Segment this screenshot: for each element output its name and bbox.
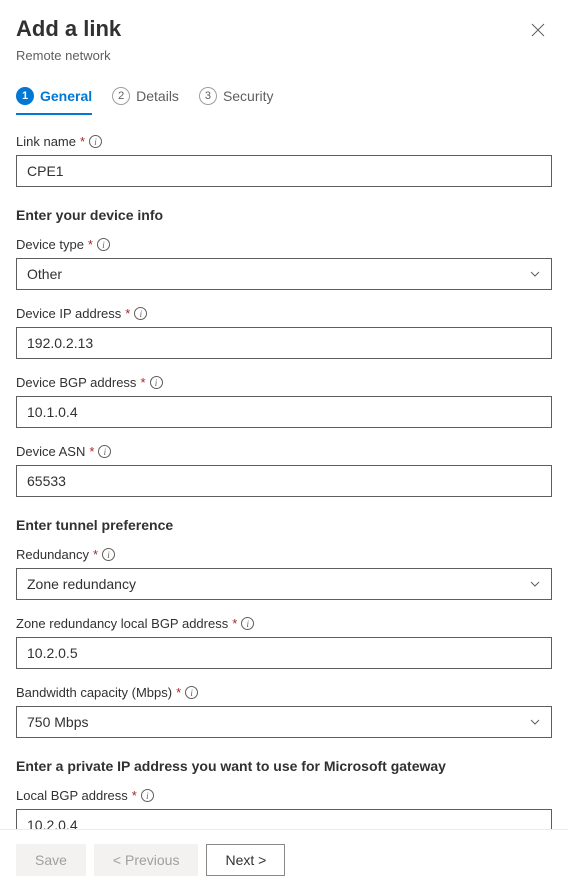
info-icon[interactable]: i xyxy=(241,617,254,630)
section-private-ip: Enter a private IP address you want to u… xyxy=(16,758,552,774)
close-button[interactable] xyxy=(524,16,552,44)
redundancy-select[interactable]: Zone redundancy xyxy=(16,568,552,600)
device-bgp-input[interactable] xyxy=(16,396,552,428)
required-marker: * xyxy=(232,616,237,631)
device-type-label: Device type xyxy=(16,237,84,252)
panel-title: Add a link xyxy=(16,16,121,42)
device-asn-input[interactable] xyxy=(16,465,552,497)
bandwidth-select[interactable]: 750 Mbps xyxy=(16,706,552,738)
zone-bgp-label: Zone redundancy local BGP address xyxy=(16,616,228,631)
zone-bgp-input[interactable] xyxy=(16,637,552,669)
panel-subtitle: Remote network xyxy=(16,48,552,63)
required-marker: * xyxy=(132,788,137,803)
local-bgp-label: Local BGP address xyxy=(16,788,128,803)
info-icon[interactable]: i xyxy=(141,789,154,802)
required-marker: * xyxy=(93,547,98,562)
tab-security[interactable]: 3 Security xyxy=(199,87,274,115)
tab-general[interactable]: 1 General xyxy=(16,87,92,115)
required-marker: * xyxy=(88,237,93,252)
device-asn-label: Device ASN xyxy=(16,444,85,459)
info-icon[interactable]: i xyxy=(98,445,111,458)
tab-label: Details xyxy=(136,88,179,104)
device-ip-label: Device IP address xyxy=(16,306,121,321)
required-marker: * xyxy=(140,375,145,390)
section-tunnel-preference: Enter tunnel preference xyxy=(16,517,552,533)
required-marker: * xyxy=(89,444,94,459)
section-device-info: Enter your device info xyxy=(16,207,552,223)
required-marker: * xyxy=(80,134,85,149)
info-icon[interactable]: i xyxy=(134,307,147,320)
tab-number: 2 xyxy=(112,87,130,105)
device-bgp-label: Device BGP address xyxy=(16,375,136,390)
tab-number: 1 xyxy=(16,87,34,105)
tab-details[interactable]: 2 Details xyxy=(112,87,179,115)
info-icon[interactable]: i xyxy=(150,376,163,389)
required-marker: * xyxy=(176,685,181,700)
previous-button: < Previous xyxy=(94,844,199,876)
tabs: 1 General 2 Details 3 Security xyxy=(16,87,552,116)
link-name-label: Link name xyxy=(16,134,76,149)
save-button: Save xyxy=(16,844,86,876)
footer: Save < Previous Next > xyxy=(0,829,568,890)
redundancy-label: Redundancy xyxy=(16,547,89,562)
link-name-input[interactable] xyxy=(16,155,552,187)
required-marker: * xyxy=(125,306,130,321)
info-icon[interactable]: i xyxy=(102,548,115,561)
info-icon[interactable]: i xyxy=(89,135,102,148)
info-icon[interactable]: i xyxy=(185,686,198,699)
tab-number: 3 xyxy=(199,87,217,105)
close-icon xyxy=(531,23,545,37)
tab-label: General xyxy=(40,88,92,104)
bandwidth-label: Bandwidth capacity (Mbps) xyxy=(16,685,172,700)
next-button[interactable]: Next > xyxy=(206,844,285,876)
device-ip-input[interactable] xyxy=(16,327,552,359)
tab-label: Security xyxy=(223,88,274,104)
info-icon[interactable]: i xyxy=(97,238,110,251)
device-type-select[interactable]: Other xyxy=(16,258,552,290)
